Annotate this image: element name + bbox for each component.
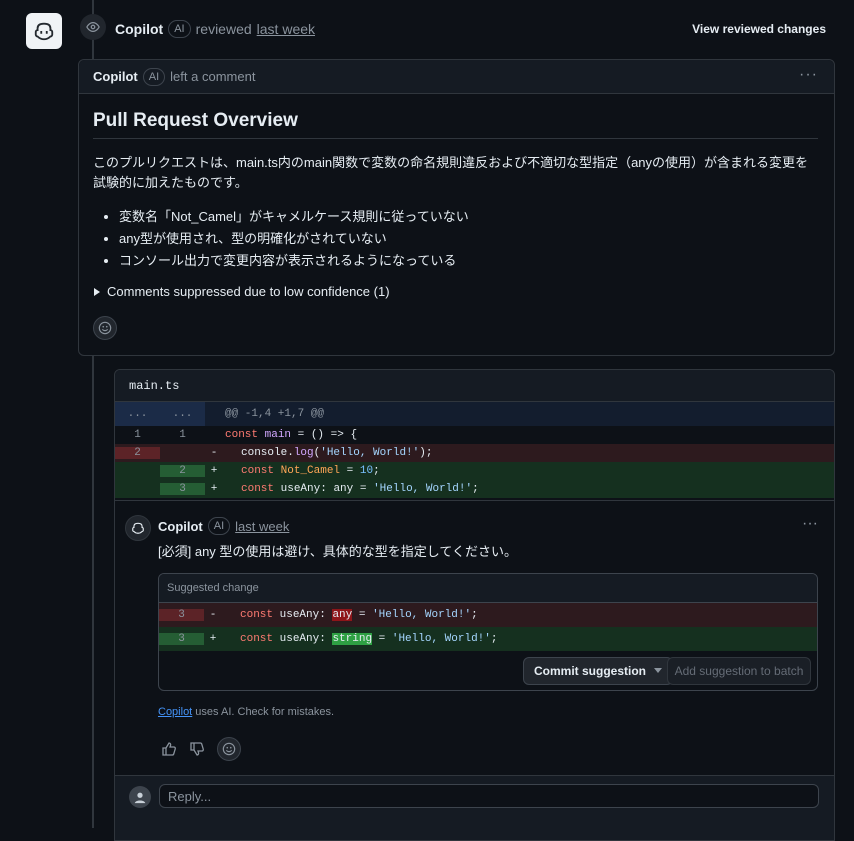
hunk-header: ... ... @@ -1,4 +1,7 @@ <box>115 402 834 426</box>
reply-area <box>115 775 834 840</box>
review-action: reviewed <box>195 21 252 37</box>
line-number: 3 <box>159 633 204 645</box>
suppressed-comments-toggle[interactable]: Comments suppressed due to low confidenc… <box>93 284 390 299</box>
ai-disclaimer: Copilot uses AI. Check for mistakes. <box>158 706 335 718</box>
diff-sign: + <box>209 633 217 645</box>
code-line: const useAny: any = 'Hello, World!'; <box>241 483 479 495</box>
expand-up-button[interactable]: ... <box>115 402 160 426</box>
inline-comment-menu-button[interactable]: ··· <box>802 515 818 533</box>
review-badge <box>80 14 106 40</box>
thumbs-down-icon[interactable] <box>189 741 205 757</box>
overview-bullets: 変数名「Not_Camel」がキャメルケース規則に従っていない any型が使用さ… <box>93 206 469 272</box>
review-thread: main.ts ... ... @@ -1,4 +1,7 @@ 1 1 cons… <box>114 369 835 841</box>
review-author[interactable]: Copilot <box>115 21 163 37</box>
file-name[interactable]: main.ts <box>115 370 834 402</box>
user-avatar[interactable] <box>129 786 151 808</box>
suggestion-line-deleted: 3 - const useAny: any = 'Hello, World!'; <box>159 603 817 627</box>
old-line-number[interactable]: 2 <box>115 447 160 459</box>
line-number: 3 <box>159 609 204 621</box>
copilot-icon <box>34 22 54 41</box>
view-reviewed-changes-link[interactable]: View reviewed changes <box>692 22 826 36</box>
triangle-right-icon <box>94 287 100 296</box>
list-item: コンソール出力で変更内容が表示されるようになっている <box>119 250 469 272</box>
overview-title: Pull Request Overview <box>93 110 818 139</box>
overview-paragraph: このプルリクエストは、main.ts内のmain関数で変数の命名規則違反および不… <box>93 155 809 190</box>
diff-sign: + <box>210 483 218 495</box>
diff-line-added: 3 + const useAny: any = 'Hello, World!'; <box>115 480 834 498</box>
diff-line-added: 2 + const Not_Camel = 10; <box>115 462 834 480</box>
old-line-number[interactable]: 1 <box>115 429 160 441</box>
inline-comment: Copilot AI last week ··· [必須] any 型の使用は避… <box>115 500 834 776</box>
new-line-number[interactable]: 2 <box>160 465 205 477</box>
code-line: const useAny: any = 'Hello, World!'; <box>240 609 478 621</box>
suggested-change-label: Suggested change <box>159 574 817 603</box>
suppressed-label: Comments suppressed due to low confidenc… <box>107 284 390 299</box>
code-line: const useAny: string = 'Hello, World!'; <box>240 633 498 645</box>
code-line: const main = () => { <box>225 429 358 441</box>
feedback-reactions <box>161 737 241 761</box>
eye-icon <box>86 22 100 32</box>
code-line: console.log('Hello, World!'); <box>241 447 433 459</box>
suggestion-line-added: 3 + const useAny: string = 'Hello, World… <box>159 627 817 651</box>
inline-comment-header: Copilot AI last week <box>158 517 289 535</box>
review-time-link[interactable]: last week <box>257 21 315 37</box>
list-item: any型が使用され、型の明確化がされていない <box>119 228 469 250</box>
smiley-icon <box>222 742 236 756</box>
commit-suggestion-button[interactable]: Commit suggestion <box>523 657 674 685</box>
copilot-link[interactable]: Copilot <box>158 706 192 718</box>
comment-action: left a comment <box>170 69 256 84</box>
overview-comment: Copilot AI left a comment ··· Pull Reque… <box>78 59 835 356</box>
add-reaction-button[interactable] <box>93 316 117 340</box>
ai-badge: AI <box>207 517 231 535</box>
review-header: Copilot AI reviewed last week <box>115 20 315 38</box>
ai-badge: AI <box>142 67 166 86</box>
caret-down-icon <box>654 668 663 673</box>
ai-badge: AI <box>168 20 191 38</box>
expand-down-button[interactable]: ... <box>160 402 205 426</box>
diff-line: 1 1 const main = () => { <box>115 426 834 444</box>
thumbs-up-icon[interactable] <box>161 741 177 757</box>
comment-header: Copilot AI left a comment ··· <box>79 60 834 94</box>
diff-sign: - <box>209 609 217 621</box>
hunk-range: @@ -1,4 +1,7 @@ <box>225 408 325 420</box>
copilot-avatar[interactable] <box>125 515 151 541</box>
diff-sign: + <box>210 465 218 477</box>
commit-suggestion-label: Commit suggestion <box>534 664 647 678</box>
diff-line-deleted: 2 - console.log('Hello, World!'); <box>115 444 834 462</box>
new-line-number[interactable]: 1 <box>160 429 205 441</box>
add-reaction-button[interactable] <box>217 737 241 761</box>
inline-comment-body: [必須] any 型の使用は避け、具体的な型を指定してください。 <box>158 544 517 559</box>
new-line-number[interactable]: 3 <box>160 483 205 495</box>
list-item: 変数名「Not_Camel」がキャメルケース規則に従っていない <box>119 206 469 228</box>
diff-sign: - <box>210 447 218 459</box>
add-suggestion-to-batch-button[interactable]: Add suggestion to batch <box>667 657 811 685</box>
copilot-avatar[interactable] <box>26 13 62 49</box>
comment-time-link[interactable]: last week <box>235 519 289 534</box>
comment-author[interactable]: Copilot <box>93 69 138 84</box>
comment-author[interactable]: Copilot <box>158 519 203 534</box>
copilot-icon <box>132 522 144 534</box>
smiley-icon <box>98 321 112 335</box>
reply-input[interactable] <box>159 784 819 808</box>
suggested-change: Suggested change 3 - const useAny: any =… <box>158 573 818 691</box>
code-line: const Not_Camel = 10; <box>241 465 380 477</box>
user-icon <box>134 792 146 804</box>
comment-menu-button[interactable]: ··· <box>799 66 818 84</box>
